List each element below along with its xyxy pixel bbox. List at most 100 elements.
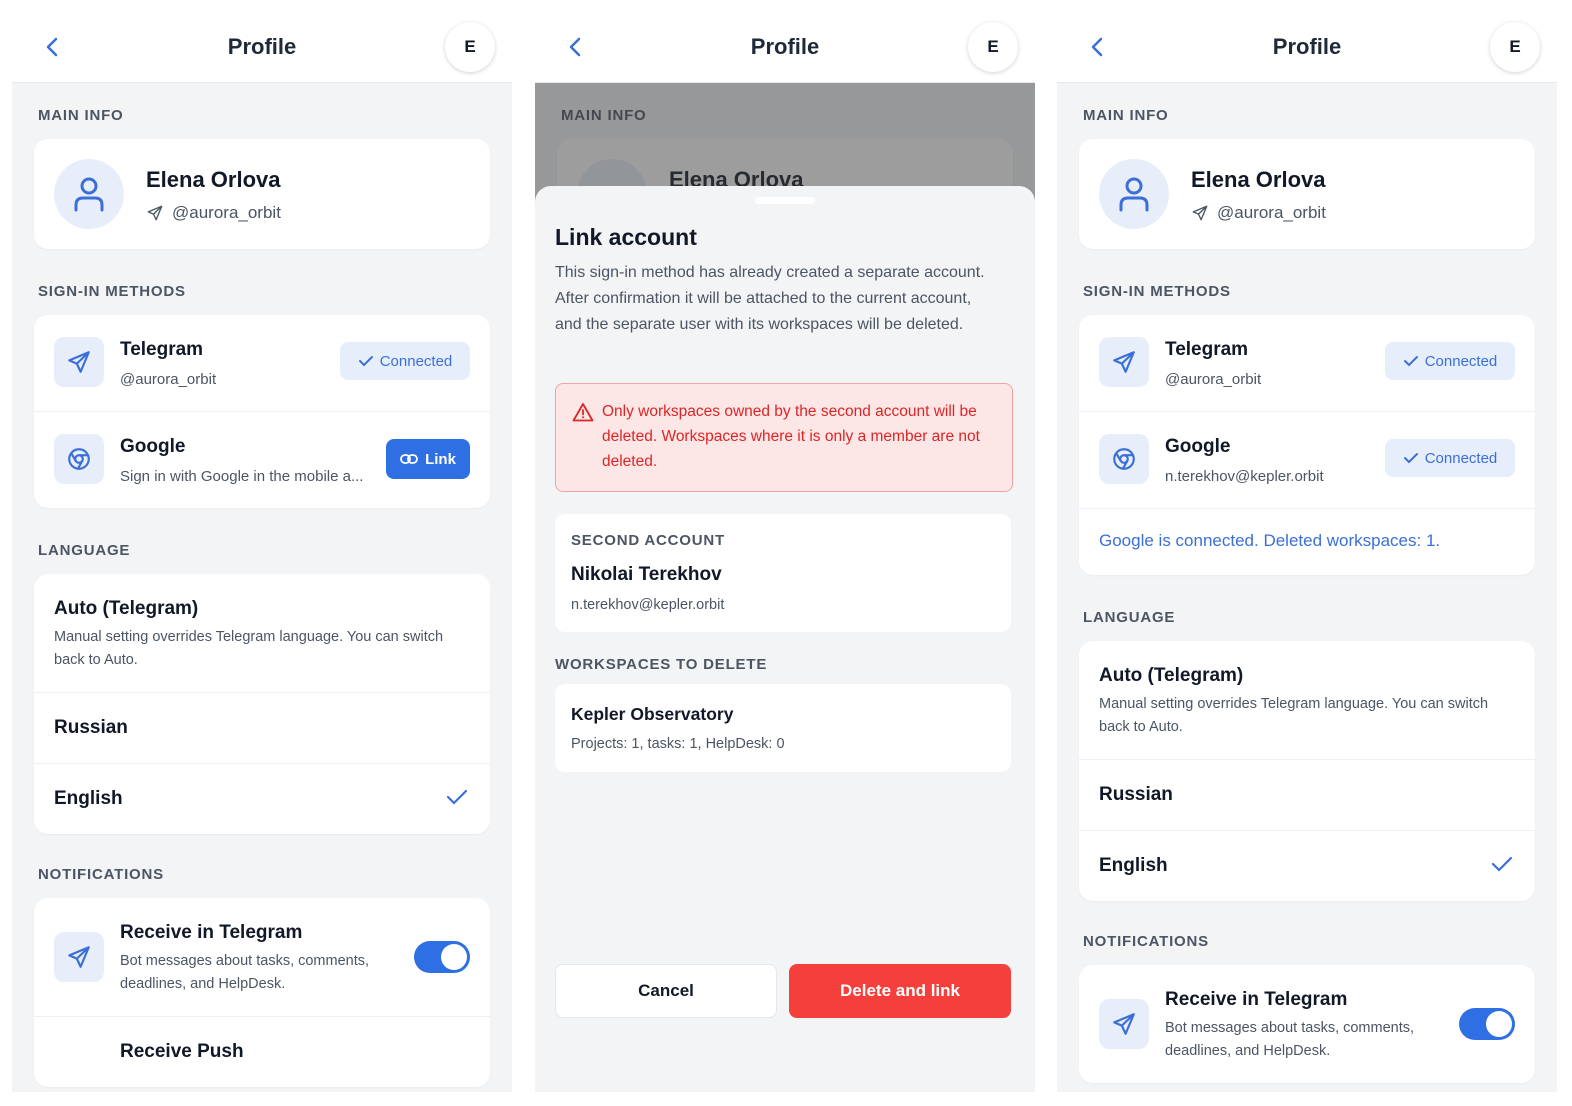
profile-handle: @aurora_orbit	[146, 203, 281, 223]
profile-card: Elena Orlova @aurora_orbit	[34, 139, 490, 249]
workspace-card: Kepler Observatory Projects: 1, tasks: 1…	[555, 684, 1011, 772]
profile-card: Elena Orlova @aurora_orbit	[1079, 139, 1535, 249]
notif-telegram-title: Receive in Telegram	[120, 922, 303, 943]
telegram-connected-badge: Connected	[340, 342, 470, 380]
link-icon	[400, 454, 418, 464]
notif-telegram-row: Receive in Telegram Bot messages about t…	[1079, 965, 1535, 1083]
profile-handle-text: @aurora_orbit	[172, 203, 281, 222]
top-bar: Profile E	[1057, 0, 1557, 83]
english-label: English	[54, 788, 123, 809]
telegram-icon	[1099, 999, 1149, 1049]
notif-telegram-toggle[interactable]	[1459, 1008, 1515, 1040]
sign-in-telegram-row: Telegram @aurora_orbit Connected	[1079, 315, 1535, 412]
english-label: English	[1099, 855, 1168, 876]
language-option-russian[interactable]: Russian	[34, 693, 490, 764]
check-icon	[1403, 453, 1418, 464]
section-main-info: MAIN INFO	[38, 107, 124, 124]
delete-and-link-button[interactable]: Delete and link	[789, 964, 1011, 1018]
language-option-english[interactable]: English	[1079, 831, 1535, 901]
google-email: n.terekhov@kepler.orbit	[1165, 468, 1324, 485]
section-notifications: NOTIFICATIONS	[38, 866, 164, 883]
page-title: Profile	[1272, 34, 1342, 59]
language-option-auto[interactable]: Auto (Telegram) Manual setting overrides…	[34, 574, 490, 693]
warning-alert: Only workspaces owned by the second acco…	[555, 383, 1013, 492]
notif-telegram-title: Receive in Telegram	[1165, 989, 1348, 1010]
language-card: Auto (Telegram) Manual setting overrides…	[34, 574, 490, 834]
notif-telegram-description: Bot messages about tasks, comments, dead…	[1165, 1020, 1415, 1059]
auto-language-label: Auto (Telegram)	[54, 598, 199, 619]
auto-language-description: Manual setting overrides Telegram langua…	[1099, 696, 1489, 735]
link-button-label: Link	[425, 450, 456, 468]
workspace-stats: Projects: 1, tasks: 1, HelpDesk: 0	[571, 736, 785, 752]
link-google-button[interactable]: Link	[386, 439, 470, 479]
second-account-name: Nikolai Terekhov	[571, 564, 722, 585]
second-account-caption: SECOND ACCOUNT	[571, 532, 725, 549]
chrome-icon	[54, 434, 104, 484]
telegram-icon	[1192, 205, 1208, 221]
sign-in-google-row: Google Sign in with Google in the mobile…	[34, 412, 490, 508]
russian-label: Russian	[54, 717, 128, 738]
profile-screen-initial: Profile E MAIN INFO Elena Orlova @aurora…	[12, 0, 512, 1092]
check-icon	[1491, 856, 1513, 872]
notif-telegram-row: Receive in Telegram Bot messages about t…	[34, 898, 490, 1017]
page-title: Profile	[227, 34, 297, 59]
sign-in-methods-card: Telegram @aurora_orbit Connected Google …	[1079, 315, 1535, 575]
notif-telegram-toggle[interactable]	[414, 941, 470, 973]
language-option-english[interactable]: English	[34, 764, 490, 834]
warning-icon	[572, 403, 594, 422]
workspace-name: Kepler Observatory	[571, 704, 734, 724]
notif-push-row: Receive Push	[34, 1017, 490, 1087]
telegram-label: Telegram	[120, 339, 204, 360]
check-icon	[446, 789, 468, 805]
auto-language-label: Auto (Telegram)	[1099, 665, 1244, 686]
russian-label: Russian	[1099, 784, 1173, 805]
chrome-icon	[1099, 434, 1149, 484]
top-bar: Profile E	[12, 0, 512, 83]
link-account-sheet: Link account This sign-in method has alr…	[535, 186, 1035, 1092]
language-option-auto[interactable]: Auto (Telegram) Manual setting overrides…	[1079, 641, 1535, 760]
section-sign-in: SIGN-IN METHODS	[38, 283, 186, 300]
user-avatar-button[interactable]: E	[445, 22, 495, 72]
profile-handle-text: @aurora_orbit	[1217, 203, 1326, 222]
notifications-card: Receive in Telegram Bot messages about t…	[1079, 965, 1535, 1083]
sheet-grab-handle[interactable]	[755, 197, 815, 204]
connected-label: Connected	[1424, 449, 1498, 467]
auto-language-description: Manual setting overrides Telegram langua…	[54, 629, 444, 668]
notifications-card: Receive in Telegram Bot messages about t…	[34, 898, 490, 1087]
modal-description: This sign-in method has already created …	[555, 264, 985, 333]
telegram-connected-badge: Connected	[1385, 342, 1515, 380]
page-title: Profile	[750, 34, 820, 59]
google-label: Google	[1165, 436, 1231, 457]
notif-telegram-description: Bot messages about tasks, comments, dead…	[120, 953, 370, 992]
google-label: Google	[120, 436, 186, 457]
warning-text: Only workspaces owned by the second acco…	[602, 403, 980, 470]
google-subtitle: Sign in with Google in the mobile a...	[120, 468, 364, 485]
profile-handle: @aurora_orbit	[1191, 203, 1326, 223]
check-icon	[1403, 356, 1418, 367]
telegram-label: Telegram	[1165, 339, 1249, 360]
sign-in-methods-card: Telegram @aurora_orbit Connected Google …	[34, 315, 490, 508]
google-connected-badge: Connected	[1385, 439, 1515, 477]
second-account-email: n.terekhov@kepler.orbit	[571, 597, 725, 613]
connected-label: Connected	[1424, 352, 1498, 370]
user-avatar-button[interactable]: E	[1490, 22, 1540, 72]
link-result-row: Google is connected. Deleted workspaces:…	[1079, 509, 1535, 575]
workspaces-caption: WORKSPACES TO DELETE	[555, 656, 768, 673]
section-sign-in: SIGN-IN METHODS	[1083, 283, 1231, 300]
language-option-russian[interactable]: Russian	[1079, 760, 1535, 831]
cancel-button[interactable]: Cancel	[555, 964, 777, 1018]
telegram-icon	[1099, 337, 1149, 387]
sign-in-telegram-row: Telegram @aurora_orbit Connected	[34, 315, 490, 412]
user-icon	[54, 159, 124, 229]
modal-title: Link account	[555, 224, 697, 250]
check-icon	[358, 356, 373, 367]
profile-name: Elena Orlova	[146, 167, 281, 192]
profile-name: Elena Orlova	[1191, 167, 1326, 192]
sign-in-google-row: Google n.terekhov@kepler.orbit Connected	[1079, 412, 1535, 509]
section-language: LANGUAGE	[38, 542, 131, 559]
second-account-card: SECOND ACCOUNT Nikolai Terekhov n.terekh…	[555, 514, 1011, 632]
telegram-icon	[54, 337, 104, 387]
user-avatar-button[interactable]: E	[968, 22, 1018, 72]
telegram-icon	[147, 205, 163, 221]
profile-screen-linked: Profile E MAIN INFO Elena Orlova @aurora…	[1057, 0, 1557, 1092]
